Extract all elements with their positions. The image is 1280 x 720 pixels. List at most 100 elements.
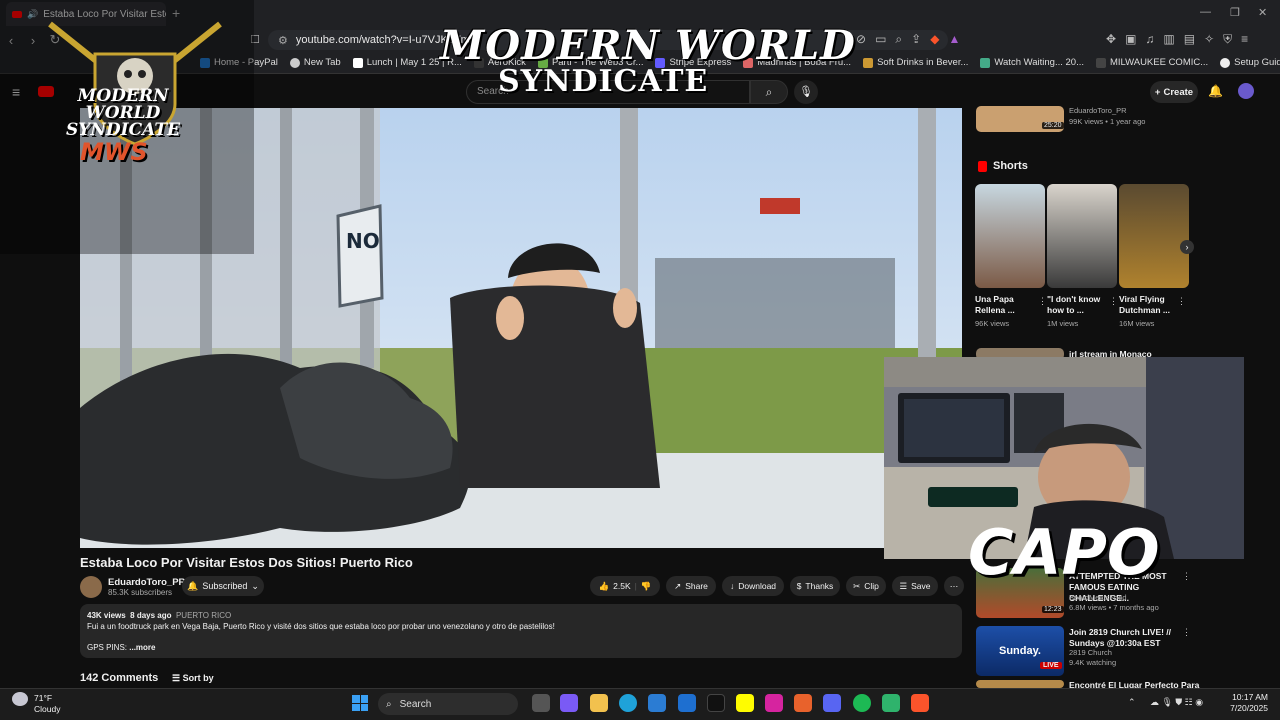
wallet-icon[interactable]: ▤ bbox=[1184, 32, 1195, 47]
zoom-icon[interactable]: ⌕ bbox=[895, 32, 902, 47]
create-button[interactable]: + Create bbox=[1150, 81, 1198, 103]
short-menu-icon-1[interactable]: ⋮ bbox=[1038, 296, 1047, 307]
tray-icons[interactable]: ☁ 🎙 ⛊ ☷ ◉ bbox=[1150, 697, 1203, 708]
thanks-icon: $ bbox=[796, 581, 802, 591]
toolbar-icons: ✥ ▣ ♫ ▥ ▤ ✧ ⛨ ≡ bbox=[1106, 32, 1248, 47]
leo-icon[interactable]: ✧ bbox=[1204, 32, 1214, 47]
music-icon[interactable]: ♫ bbox=[1145, 32, 1154, 47]
clip-button[interactable]: ✂ Clip bbox=[846, 576, 886, 596]
instagram-icon[interactable] bbox=[765, 694, 783, 712]
shorts-next-icon[interactable]: › bbox=[1180, 240, 1194, 254]
dislike-button[interactable]: 👎 bbox=[641, 581, 652, 592]
tab-search-icon[interactable]: ▣ bbox=[1125, 32, 1136, 47]
taskbar-search[interactable]: ⌕ Search bbox=[378, 693, 518, 715]
sidebar-video-title[interactable]: Join 2819 Church LIVE! // Sundays @10:30… bbox=[1069, 627, 1181, 649]
short-title-3[interactable]: Viral Flying Dutchman ... bbox=[1119, 294, 1183, 316]
no-sign-text: NO bbox=[346, 229, 380, 253]
comments-count: 142 Comments bbox=[80, 672, 159, 684]
sidebar-channel[interactable]: 2819 Church bbox=[1069, 648, 1112, 657]
short-views-3: 16M views bbox=[1119, 319, 1155, 328]
description-box[interactable]: 43K views 8 days ago PUERTO RICO Fui a u… bbox=[80, 604, 962, 658]
channel-avatar[interactable] bbox=[80, 576, 102, 598]
brave-rewards-icon[interactable]: ▲ bbox=[948, 32, 960, 47]
maximize-icon[interactable]: ❐ bbox=[1230, 6, 1240, 19]
start-icon[interactable] bbox=[352, 695, 368, 711]
bookmark-setup-guide[interactable]: Setup Guide - moon... bbox=[1220, 57, 1280, 68]
vpn-icon[interactable]: ⛨ bbox=[1223, 32, 1232, 47]
location-tag[interactable]: PUERTO RICO bbox=[176, 611, 231, 620]
snapchat-icon[interactable] bbox=[736, 694, 754, 712]
short-views-1: 96K views bbox=[975, 319, 1010, 328]
video-title: Estaba Loco Por Visitar Estos Dos Sitios… bbox=[80, 555, 413, 570]
avatar[interactable] bbox=[1238, 83, 1254, 99]
more-actions-icon[interactable]: ⋯ bbox=[944, 576, 964, 596]
brave-shield-icon[interactable]: ◆ bbox=[930, 32, 939, 47]
sidebar-channel[interactable]: EduardoToro_PR bbox=[1069, 106, 1127, 115]
short-thumbnail-1[interactable] bbox=[975, 184, 1045, 288]
extensions-icon[interactable]: ✥ bbox=[1106, 32, 1116, 47]
app-icon[interactable] bbox=[794, 694, 812, 712]
mute-icon[interactable]: ⊘ bbox=[856, 32, 866, 47]
thumbnail-text: Sunday. bbox=[999, 645, 1041, 657]
bookmark-watch-waiting[interactable]: Watch Waiting... 20... bbox=[980, 57, 1084, 68]
clock[interactable]: 10:17 AM 7/20/2025 bbox=[1230, 692, 1268, 714]
close-window-icon[interactable]: ✕ bbox=[1258, 6, 1267, 19]
menu-icon[interactable]: ≡ bbox=[1241, 32, 1248, 47]
subscribed-button[interactable]: 🔔 Subscribed ⌄ bbox=[182, 576, 264, 596]
copilot-icon[interactable] bbox=[560, 694, 578, 712]
app-green-icon[interactable] bbox=[882, 694, 900, 712]
like-button[interactable]: 👍 2.5K bbox=[599, 581, 631, 592]
bookmark-new-tab[interactable]: New Tab bbox=[289, 57, 341, 68]
shorts-heading: Shorts bbox=[978, 160, 1028, 172]
view-count: 43K views bbox=[87, 611, 126, 620]
download-icon: ↓ bbox=[729, 581, 735, 591]
short-title-1[interactable]: Una Papa Rellena ... bbox=[975, 294, 1039, 316]
save-playlist-icon: ☰ bbox=[899, 580, 908, 591]
channel-name[interactable]: EduardoToro_PR bbox=[108, 577, 185, 588]
cast-icon[interactable]: ▭ bbox=[875, 32, 886, 47]
bookmark-milwaukee[interactable]: MILWAUKEE COMIC... bbox=[1095, 57, 1208, 68]
brave-icon[interactable] bbox=[911, 694, 929, 712]
tray-chevron-icon[interactable]: ⌃ bbox=[1128, 697, 1136, 708]
weather-icon[interactable] bbox=[12, 692, 28, 706]
thanks-button[interactable]: $ Thanks bbox=[790, 576, 840, 596]
video-menu-icon[interactable]: ⋮ bbox=[1182, 571, 1191, 582]
notifications-icon[interactable]: 🔔 bbox=[1208, 84, 1223, 98]
like-dislike-group: 👍 2.5K | 👎 bbox=[590, 576, 660, 596]
short-thumbnail-2[interactable] bbox=[1047, 184, 1117, 288]
short-menu-icon-2[interactable]: ⋮ bbox=[1109, 296, 1118, 307]
short-menu-icon-3[interactable]: ⋮ bbox=[1177, 296, 1186, 307]
sidebar-icon[interactable]: ▥ bbox=[1163, 32, 1174, 47]
upload-age: 8 days ago bbox=[130, 611, 172, 620]
gps-pins-text: GPS PINS: bbox=[87, 643, 128, 652]
task-view-icon[interactable] bbox=[532, 694, 550, 712]
more-link[interactable]: ...more bbox=[129, 643, 155, 652]
banner-title: MODERN WORLD bbox=[440, 22, 856, 69]
share-icon[interactable]: ⇪ bbox=[911, 32, 921, 47]
minimize-icon[interactable]: — bbox=[1200, 6, 1211, 18]
mail-icon[interactable] bbox=[678, 694, 696, 712]
spotify-icon[interactable] bbox=[853, 694, 871, 712]
share-button[interactable]: ↗ Share bbox=[666, 576, 716, 596]
file-explorer-icon[interactable] bbox=[590, 694, 608, 712]
download-button[interactable]: ↓ Download bbox=[722, 576, 784, 596]
video-menu-icon[interactable]: ⋮ bbox=[1182, 627, 1191, 638]
sidebar-meta: 6.8M views • 7 months ago bbox=[1069, 603, 1159, 612]
search-button[interactable]: ⌕ bbox=[750, 80, 788, 104]
sidebar-thumbnail[interactable] bbox=[976, 680, 1064, 688]
sort-by-button[interactable]: ☰ Sort by bbox=[172, 673, 214, 684]
shorts-icon bbox=[978, 160, 987, 172]
weather-widget[interactable]: 71°F Cloudy bbox=[34, 693, 60, 715]
bell-icon: 🔔 bbox=[187, 580, 199, 591]
site-info-icon[interactable]: ⚙ bbox=[278, 34, 288, 47]
short-title-2[interactable]: "I don't know how to ... bbox=[1047, 294, 1111, 316]
edge-icon[interactable] bbox=[619, 694, 637, 712]
short-thumbnail-3[interactable] bbox=[1119, 184, 1189, 288]
sidebar-channel[interactable]: BeardMeatsFood bbox=[1069, 593, 1127, 602]
save-button[interactable]: ☰ Save bbox=[892, 576, 938, 596]
outlook-icon[interactable] bbox=[648, 694, 666, 712]
voice-search-icon[interactable]: 🎙 bbox=[794, 80, 818, 104]
bookmark-soft-drinks[interactable]: Soft Drinks in Bever... bbox=[863, 57, 968, 68]
tiktok-icon[interactable] bbox=[707, 694, 725, 712]
discord-icon[interactable] bbox=[823, 694, 841, 712]
